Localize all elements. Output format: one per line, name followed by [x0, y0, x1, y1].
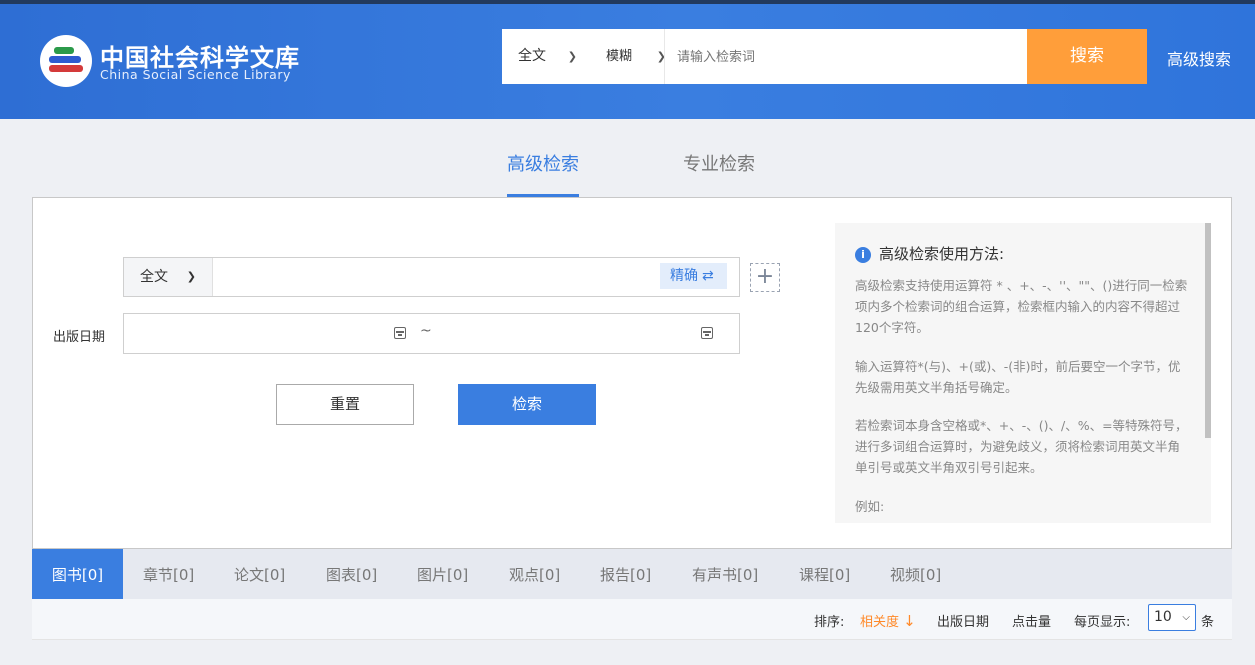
add-row-button[interactable]: +: [750, 263, 780, 292]
help-paragraph: 高级检索支持使用运算符 * 、+、-、''、""、()进行同一检索项内多个检索词…: [855, 278, 1188, 335]
tab-images[interactable]: 图片[0]: [417, 549, 468, 599]
advanced-search-panel: 全文 ❯ 精确 ⇄ + 出版日期 ~ 重置 检索 i 高级检索使用方法: 高级检索支…: [32, 197, 1232, 549]
tab-charts[interactable]: 图表[0]: [326, 549, 377, 599]
per-page-unit: 条: [1201, 615, 1215, 630]
search-term-row: 全文 ❯: [123, 257, 740, 297]
sort-relevance[interactable]: 相关度 ↓: [860, 611, 916, 630]
chevron-down-icon: ❯: [186, 270, 196, 283]
tab-advanced-search[interactable]: 高级检索: [507, 150, 579, 176]
help-title-text: 高级检索使用方法:: [879, 245, 1005, 263]
chevron-down-icon: ⌵: [1182, 612, 1190, 623]
tab-chapters[interactable]: 章节[0]: [143, 549, 194, 599]
scope-select[interactable]: 全文 ❯: [518, 29, 593, 84]
search-term-input[interactable]: [214, 258, 654, 296]
tab-viewpoints[interactable]: 观点[0]: [509, 549, 560, 599]
logo-icon[interactable]: [40, 35, 92, 87]
sort-relevance-label: 相关度: [860, 615, 900, 630]
tab-professional-search[interactable]: 专业检索: [683, 150, 755, 176]
per-page-label: 每页显示:: [1074, 615, 1131, 630]
calendar-icon[interactable]: [701, 327, 713, 339]
site-header: 中国社会科学文库 China Social Science Library 全文…: [0, 0, 1255, 119]
date-separator: ~: [420, 323, 432, 339]
calendar-icon[interactable]: [394, 327, 406, 339]
chevron-down-icon: ❯: [567, 50, 577, 63]
tab-papers[interactable]: 论文[0]: [234, 549, 285, 599]
help-title: i 高级检索使用方法:: [855, 243, 1004, 264]
help-box: i 高级检索使用方法: 高级检索支持使用运算符 * 、+、-、''、""、()进行…: [835, 223, 1211, 523]
reset-button[interactable]: 重置: [276, 384, 414, 425]
header-search-bar: 全文 ❯ 模糊 ❯ 搜索: [502, 29, 1147, 84]
match-select[interactable]: 模糊 ❯: [606, 29, 666, 84]
sort-pub-date[interactable]: 出版日期: [937, 611, 989, 630]
sort-desc-arrow-icon: ↓: [903, 612, 916, 630]
sort-bar: 排序: 相关度 ↓ 出版日期 点击量 每页显示: 10 ⌵ 条: [32, 599, 1232, 640]
tab-courses[interactable]: 课程[0]: [799, 549, 850, 599]
match-select-value: 模糊: [606, 49, 633, 64]
tab-videos[interactable]: 视频[0]: [890, 549, 941, 599]
per-page-select[interactable]: 10 ⌵: [1148, 604, 1196, 631]
pub-date-label: 出版日期: [53, 330, 106, 345]
header-search-input[interactable]: [664, 29, 1027, 84]
field-select-value: 全文: [140, 269, 168, 285]
result-type-tabs: 图书[0] 章节[0] 论文[0] 图表[0] 图片[0] 观点[0] 报告[0…: [32, 549, 1232, 605]
info-icon: i: [855, 247, 871, 263]
scope-select-value: 全文: [518, 48, 546, 64]
search-button[interactable]: 检索: [458, 384, 596, 425]
pub-date-range[interactable]: ~: [123, 313, 740, 354]
exact-match-toggle[interactable]: 精确 ⇄: [660, 263, 727, 289]
sort-label: 排序:: [814, 615, 845, 630]
advanced-search-link[interactable]: 高级搜索: [1167, 46, 1231, 70]
header-top-strip: [0, 0, 1255, 4]
header-search-button[interactable]: 搜索: [1027, 29, 1147, 84]
help-paragraph: 输入运算符*(与)、+(或)、-(非)时，前后要空一个字节，优先级需用英文半角括…: [855, 359, 1181, 395]
per-page-value: 10: [1154, 609, 1172, 625]
exact-match-label: 精确: [670, 268, 698, 284]
swap-icon: ⇄: [702, 268, 714, 284]
help-paragraph: 若检索词本身含空格或*、+、-、()、/、%、=等特殊符号，进行多词组合运算时，…: [855, 418, 1188, 475]
site-subtitle: China Social Science Library: [100, 67, 291, 82]
tab-audiobooks[interactable]: 有声书[0]: [692, 549, 758, 599]
field-select[interactable]: 全文 ❯: [124, 258, 213, 296]
help-scrollbar[interactable]: [1205, 223, 1211, 438]
help-paragraph: 例如:: [855, 499, 885, 514]
tab-books[interactable]: 图书[0]: [32, 549, 123, 605]
sort-clicks[interactable]: 点击量: [1012, 611, 1051, 630]
tab-reports[interactable]: 报告[0]: [600, 549, 651, 599]
